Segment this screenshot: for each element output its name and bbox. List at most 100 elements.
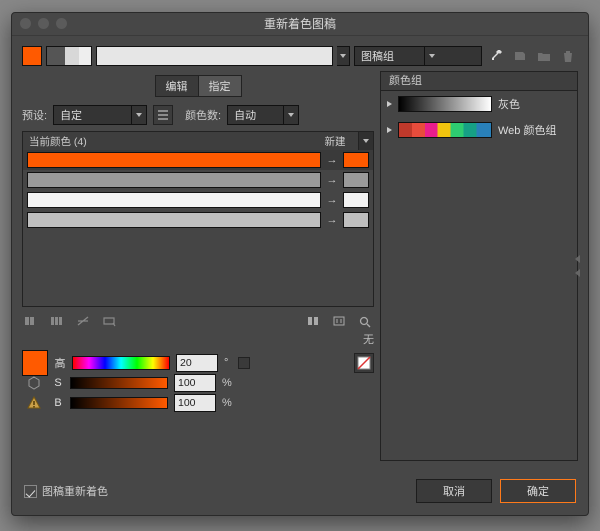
left-panel: 编辑 指定 预设: 自定 颜色数: 自动 [22,71,374,461]
b-field[interactable]: 100 [174,394,216,412]
search-icon [358,315,372,328]
color-group-name-field[interactable] [96,46,333,66]
none-label: 无 [363,331,374,347]
list-header-menu[interactable] [358,132,373,150]
s-field[interactable]: 100 [174,374,216,392]
color-group-row[interactable]: Web 颜色组 [381,117,577,143]
new-color-chip[interactable] [343,192,369,208]
traffic-max[interactable] [56,18,67,29]
s-slider[interactable] [70,377,168,389]
randomize-icon [306,315,320,327]
mode-tabs: 编辑 指定 [22,75,374,97]
list-header: 当前颜色 (4) 新建 [23,132,373,151]
hue-slider[interactable] [72,356,170,370]
exclude-tool[interactable] [74,313,92,329]
color-group-label: 灰色 [498,96,520,112]
split-tool[interactable] [48,313,66,329]
s-unit: % [222,377,232,389]
preset-value: 自定 [54,107,131,123]
tab-assign[interactable]: 指定 [199,75,242,97]
chevron-down-icon [363,139,369,143]
randomize2-icon [332,315,346,327]
b-slider[interactable] [70,397,168,409]
list-header-current: 当前颜色 (4) [23,134,312,149]
find-in-swatches-tool[interactable] [356,313,374,329]
preset-label: 预设: [22,107,47,123]
color-mapping-list: 当前颜色 (4) 新建 → → → → [22,131,374,307]
arrow-icon[interactable]: → [325,194,339,206]
new-row-tool[interactable] [100,313,118,329]
s-label: S [52,377,64,389]
artwork-group-select[interactable]: 图稿组 [354,46,482,66]
current-color-bar[interactable] [27,212,321,228]
current-color-bar[interactable] [27,172,321,188]
chevron-down-icon [340,54,346,58]
colors-count-select[interactable]: 自动 [227,105,299,125]
menu-icon [157,109,169,121]
chevron-down-icon [288,113,294,117]
none-swatch-button[interactable] [354,353,374,373]
save-icon [513,50,527,62]
cancel-button[interactable]: 取消 [416,479,492,503]
color-group-strip [398,122,492,138]
trash-icon [562,50,574,63]
titlebar[interactable]: 重新着色图稿 [12,13,588,36]
color-group-strip [398,96,492,112]
arrow-icon[interactable]: → [325,154,339,166]
ok-button[interactable]: 确定 [500,479,576,503]
traffic-min[interactable] [38,18,49,29]
eyedropper-icon [489,49,503,63]
color-row[interactable]: → [23,150,373,170]
trash-button[interactable] [558,47,578,65]
preset-options-button[interactable] [153,105,173,125]
color-group-name-dropdown[interactable] [337,46,350,66]
new-row-icon [102,315,116,327]
color-groups-panel: 颜色组 灰色Web 颜色组 [380,71,578,461]
randomize-hue-tool[interactable] [304,313,322,329]
colors-count-value: 自动 [228,107,283,123]
dialog-footer: 图稿重新着色 取消 确定 [24,479,576,503]
save-group-button[interactable] [510,47,530,65]
new-color-chip[interactable] [343,172,369,188]
color-row[interactable]: → [23,190,373,210]
tab-edit[interactable]: 编辑 [155,75,199,97]
folder-button[interactable] [534,47,554,65]
dialog-recolor-artwork: 重新着色图稿 图稿组 [11,12,589,516]
new-color-chip[interactable] [343,152,369,168]
preview-swatches[interactable] [46,46,92,66]
h-field[interactable]: 20 [176,354,218,372]
recolor-artwork-checkbox[interactable] [24,485,37,498]
panel-resize-handle[interactable] [573,251,581,281]
eyedropper-button[interactable] [486,47,506,65]
list-toolstrip [22,313,374,329]
hsb-swatch[interactable] [22,350,48,376]
current-color-bar[interactable] [27,192,321,208]
h-unit: ° [224,357,228,369]
merge-tool[interactable] [22,313,40,329]
arrow-icon[interactable]: → [325,214,339,226]
preset-select[interactable]: 自定 [53,105,147,125]
window-title: 重新着色图稿 [264,17,336,31]
traffic-close[interactable] [20,18,31,29]
artwork-group-select-label: 图稿组 [355,48,424,64]
merge-icon [24,315,38,327]
color-row[interactable]: → [23,170,373,190]
cube-icon [27,376,41,390]
list-header-new: 新建 [312,134,358,149]
new-color-chip[interactable] [343,212,369,228]
folder-icon [537,50,551,62]
randomize-sat-tool[interactable] [330,313,348,329]
split-icon [50,315,64,327]
recolor-artwork-label: 图稿重新着色 [42,483,108,499]
top-toolbar: 图稿组 [16,39,584,71]
color-row[interactable]: → [23,210,373,230]
link-color-toggle[interactable] [238,357,250,369]
warning-icon [27,396,41,410]
current-color-bar[interactable] [27,152,321,168]
arrow-icon[interactable]: → [325,174,339,186]
active-color-swatch[interactable] [22,46,42,66]
color-group-row[interactable]: 灰色 [381,91,577,117]
colors-count-label: 颜色数: [185,107,221,123]
triangle-right-icon [387,101,392,107]
triangle-right-icon [387,127,392,133]
